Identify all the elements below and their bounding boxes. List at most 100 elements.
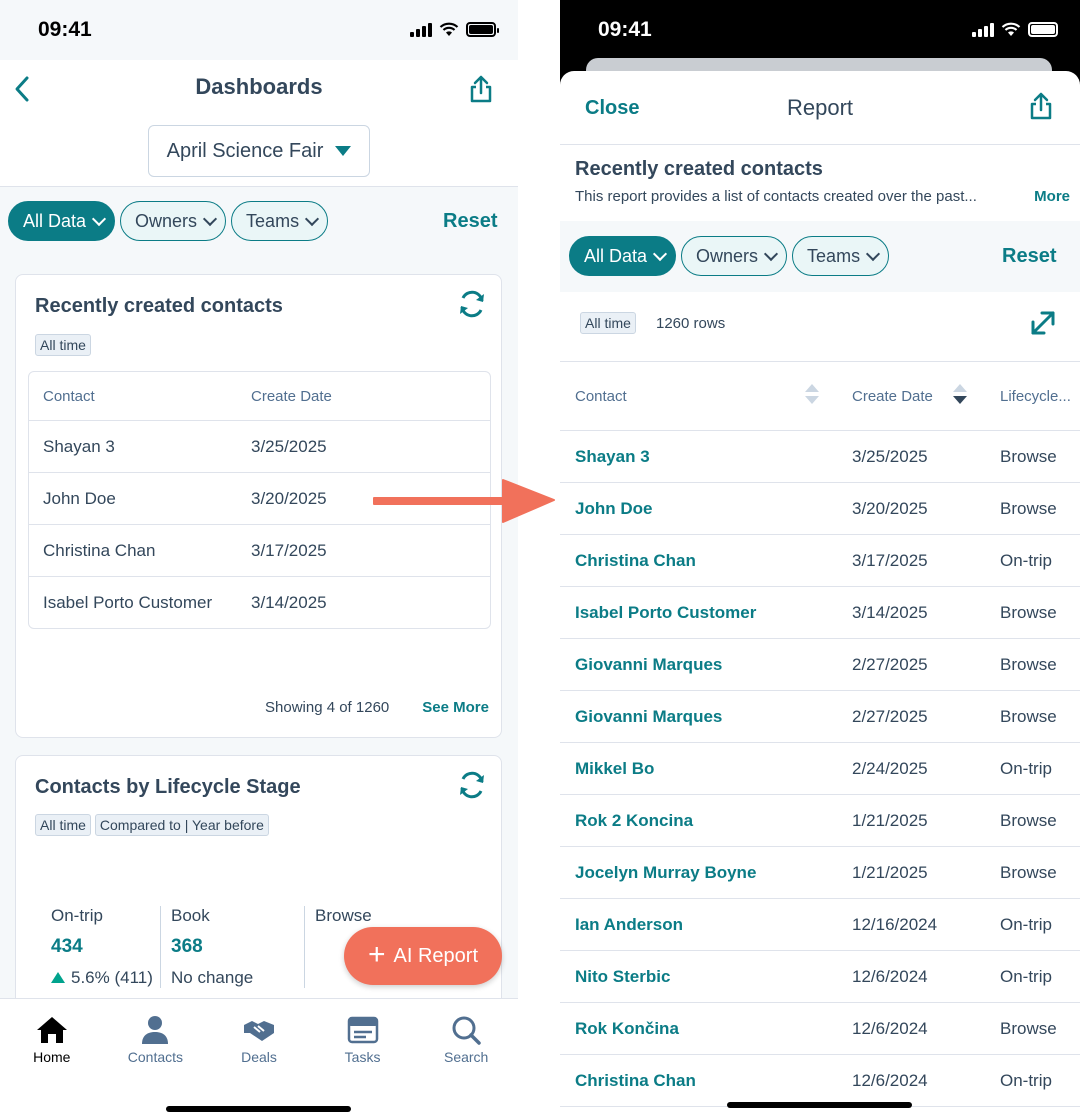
time-range-tag: All time [35, 334, 91, 356]
dashboard-select[interactable]: April Science Fair [148, 125, 370, 177]
showing-count: Showing 4 of 1260 [265, 699, 390, 716]
table-row[interactable]: Giovanni Marques 2/27/2025 Browse [560, 691, 1080, 743]
more-link[interactable]: More [1034, 188, 1070, 205]
contact-name[interactable]: Isabel Porto Customer [575, 603, 756, 623]
table-row[interactable]: Giovanni Marques 2/27/2025 Browse [560, 639, 1080, 691]
filter-all-data[interactable]: All Data [569, 236, 677, 276]
reset-button[interactable]: Reset [1002, 245, 1056, 268]
column-contact[interactable]: Contact [575, 388, 627, 405]
contact-name[interactable]: Christina Chan [575, 1071, 696, 1091]
contact-name[interactable]: Mikkel Bo [575, 759, 654, 779]
dashboards-screen: 09:41 Dashboards April Science Fair All … [0, 0, 518, 1118]
share-icon[interactable] [1028, 91, 1054, 126]
reset-button[interactable]: Reset [443, 210, 497, 233]
contact-name[interactable]: John Doe [575, 499, 652, 519]
filter-teams[interactable]: Teams [792, 236, 890, 276]
home-icon [36, 1017, 67, 1043]
filter-label: All Data [584, 245, 648, 266]
create-date: 2/27/2025 [852, 655, 928, 674]
filter-owners[interactable]: Owners [681, 236, 788, 276]
table-row[interactable]: Christina Chan 12/6/2024 On-trip [560, 1055, 1080, 1107]
sort-icon[interactable] [805, 384, 819, 408]
contact-name[interactable]: Ian Anderson [575, 915, 683, 935]
stat-change: No change [171, 968, 254, 987]
chevron-down-icon [763, 246, 779, 261]
contact-name[interactable]: Nito Sterbic [575, 967, 670, 987]
handshake-icon [243, 1021, 274, 1041]
battery-icon [466, 22, 499, 37]
table-row[interactable]: Shayan 3 3/25/2025 Browse [560, 431, 1080, 483]
table-row[interactable]: Ian Anderson 12/16/2024 On-trip [560, 899, 1080, 951]
lifecycle-stage: On-trip [1000, 1071, 1052, 1090]
table-row[interactable]: Rok Končina 12/6/2024 Browse [560, 1003, 1080, 1055]
create-date: 12/16/2024 [852, 915, 938, 934]
contact-name[interactable]: Shayan 3 [575, 447, 650, 467]
time-range-tag: All time [35, 814, 91, 836]
tab-tasks[interactable]: Tasks [311, 999, 415, 1118]
report-title: Report [786, 95, 854, 120]
contact-name[interactable]: Jocelyn Murray Boyne [575, 863, 756, 883]
create-date: 2/27/2025 [852, 707, 928, 726]
contact-name: Isabel Porto Customer [43, 592, 213, 612]
contact-name[interactable]: Giovanni Marques [575, 707, 722, 727]
stat-label: Book [171, 906, 210, 925]
tab-deals[interactable]: Deals [207, 999, 311, 1118]
contact-name[interactable]: Giovanni Marques [575, 655, 722, 675]
table-row[interactable]: Isabel Porto Customer 3/14/2025 [29, 576, 490, 628]
caret-down-icon [335, 146, 352, 156]
home-indicator [166, 1106, 351, 1112]
create-date: 12/6/2024 [852, 1071, 928, 1090]
column-create-date[interactable]: Create Date [852, 388, 933, 405]
report-screen: 09:41 Close Report Recently created cont… [560, 0, 1080, 1118]
expand-icon[interactable] [1028, 308, 1058, 343]
contact-name[interactable]: Rok 2 Koncina [575, 811, 693, 831]
status-time: 09:41 [598, 18, 652, 41]
table-row[interactable]: Shayan 3 3/25/2025 [29, 420, 490, 472]
table-row[interactable]: Nito Sterbic 12/6/2024 On-trip [560, 951, 1080, 1003]
create-date: 3/17/2025 [852, 551, 928, 570]
card-title: Recently created contacts [35, 295, 283, 317]
see-more-link[interactable]: See More [422, 699, 489, 716]
refresh-icon[interactable] [457, 289, 487, 324]
stat-book: Book 368 No change [160, 906, 304, 988]
sort-desc-icon[interactable] [953, 384, 967, 408]
report-info-bar: All time 1260 rows [560, 292, 1080, 362]
create-date: 3/25/2025 [251, 436, 327, 456]
create-date: 3/17/2025 [251, 540, 327, 560]
contact-name[interactable]: Christina Chan [575, 551, 696, 571]
create-date: 3/20/2025 [251, 488, 327, 508]
filter-bar: All Data Owners Teams [8, 201, 329, 241]
create-date: 2/24/2025 [852, 759, 928, 778]
table-row[interactable]: Mikkel Bo 2/24/2025 On-trip [560, 743, 1080, 795]
tab-label: Search [443, 1049, 489, 1065]
contact-name: Christina Chan [43, 540, 156, 560]
stat-label: On-trip [51, 906, 103, 925]
filter-teams[interactable]: Teams [231, 201, 329, 241]
filter-bar: All Data Owners Teams Reset [560, 221, 1080, 292]
chevron-down-icon [304, 211, 320, 226]
create-date: 3/14/2025 [251, 592, 327, 612]
filter-label: Teams [807, 245, 861, 266]
share-icon[interactable] [468, 74, 494, 109]
signal-icon [410, 22, 432, 37]
filter-owners[interactable]: Owners [120, 201, 227, 241]
tab-contacts[interactable]: Contacts [104, 999, 208, 1118]
table-row[interactable]: John Doe 3/20/2025 Browse [560, 483, 1080, 535]
tab-search[interactable]: Search [414, 999, 518, 1118]
lifecycle-stage: On-trip [1000, 967, 1052, 986]
filter-all-data[interactable]: All Data [8, 201, 116, 241]
refresh-icon[interactable] [457, 770, 487, 805]
table-row[interactable]: Isabel Porto Customer 3/14/2025 Browse [560, 587, 1080, 639]
table-row[interactable]: Jocelyn Murray Boyne 1/21/2025 Browse [560, 847, 1080, 899]
card-title: Contacts by Lifecycle Stage [35, 776, 301, 798]
person-icon [142, 1016, 169, 1044]
tab-home[interactable]: Home [0, 999, 104, 1118]
create-date: 1/21/2025 [852, 811, 928, 830]
filter-label: All Data [23, 210, 87, 231]
table-row[interactable]: Christina Chan 3/17/2025 On-trip [560, 535, 1080, 587]
column-lifecycle[interactable]: Lifecycle... [1000, 388, 1071, 405]
column-create-date: Create Date [251, 387, 332, 405]
contact-name[interactable]: Rok Končina [575, 1019, 679, 1039]
ai-report-button[interactable]: + AI Report [344, 927, 502, 985]
table-row[interactable]: Rok 2 Koncina 1/21/2025 Browse [560, 795, 1080, 847]
